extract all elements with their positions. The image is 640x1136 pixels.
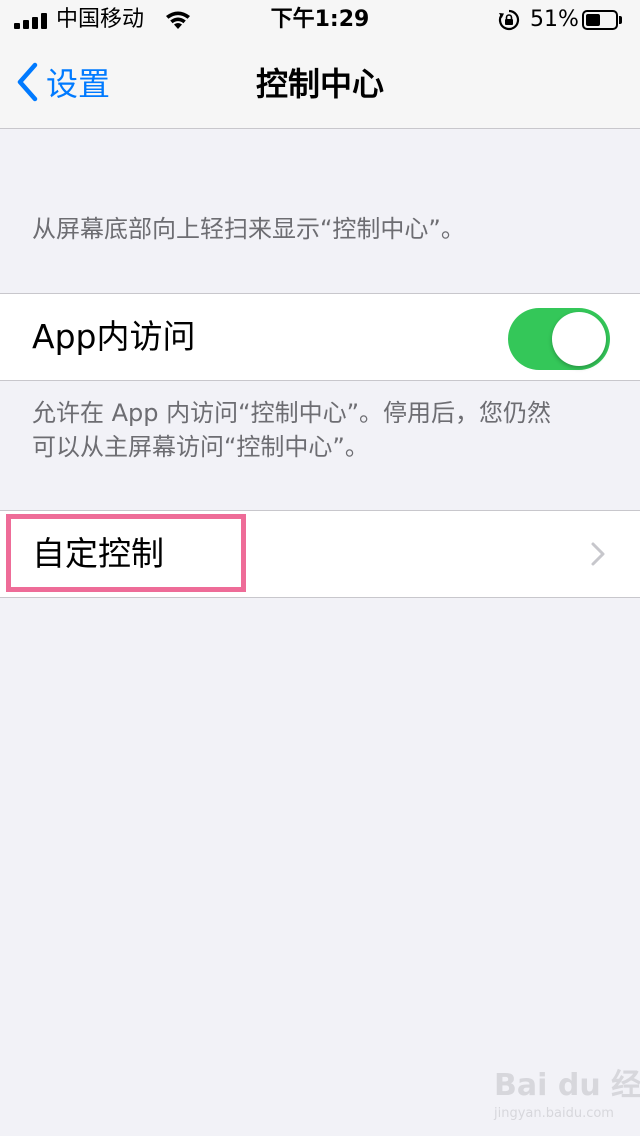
watermark-sub: jingyan.baidu.com — [494, 1106, 614, 1121]
page-title: 控制中心 — [255, 65, 384, 103]
intro-text: 从屏幕底部向上轻扫来显示“控制中心”。 — [32, 215, 465, 243]
watermark-main: Bai du 经验 — [494, 1068, 640, 1103]
in-app-access-toggle[interactable] — [508, 308, 610, 370]
chevron-right-icon — [590, 541, 606, 571]
baidu-watermark: Bai du 经验 jingyan.baidu.com — [494, 1068, 640, 1128]
battery-percent: 51% — [530, 7, 579, 32]
customize-controls-label: 自定控制 — [32, 534, 164, 573]
toggle-knob — [552, 312, 606, 366]
in-app-note-line-2: 可以从主屏幕访问“控制中心”。 — [32, 433, 369, 461]
navigation-bar: 设置 控制中心 — [0, 40, 640, 129]
in-app-access-label: App内访问 — [32, 317, 196, 356]
customize-controls-cell[interactable]: 自定控制 — [0, 510, 640, 598]
battery-icon — [582, 10, 622, 30]
in-app-note-line-1: 允许在 App 内访问“控制中心”。停用后，您仍然 — [32, 399, 552, 427]
in-app-access-cell: App内访问 — [0, 293, 640, 381]
status-bar: 中国移动 下午1:29 51% — [0, 0, 640, 40]
rotation-lock-icon — [498, 9, 520, 35]
